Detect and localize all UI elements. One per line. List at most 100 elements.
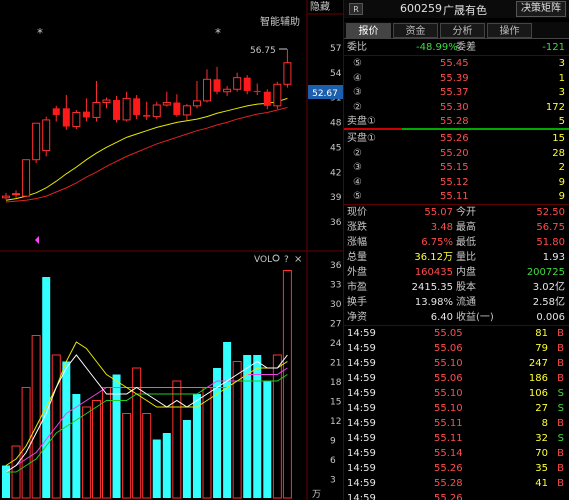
ask-volume: 172 bbox=[545, 101, 565, 113]
ask-level-num: ④ bbox=[353, 72, 362, 84]
tick-side: B bbox=[557, 418, 564, 429]
tick-row: 14:59 55.05 81 B bbox=[344, 326, 569, 341]
ask-row[interactable]: ④ 55.39 1 bbox=[344, 71, 569, 86]
volume-bar-down bbox=[253, 355, 262, 498]
tick-volume: 247 bbox=[528, 358, 548, 369]
stat-label: 市盈 bbox=[347, 282, 367, 293]
marker-star: * bbox=[215, 26, 221, 40]
tab-operate[interactable]: 操作 bbox=[487, 23, 532, 38]
volume-bar-down bbox=[223, 342, 232, 498]
help-icon: ? bbox=[284, 255, 289, 265]
ask-price: 55.39 bbox=[440, 72, 469, 84]
candle-up bbox=[72, 111, 81, 128]
tick-volume: 27 bbox=[535, 403, 548, 414]
bid-row[interactable]: ② 55.20 28 bbox=[344, 146, 569, 161]
stat-value: 0.006 bbox=[536, 312, 565, 323]
stat-label: 涨跌 bbox=[347, 222, 367, 233]
bid-row[interactable]: ④ 55.12 9 bbox=[344, 175, 569, 190]
ask-price: 55.30 bbox=[440, 101, 469, 113]
candle-down bbox=[213, 79, 221, 92]
volume-bar-up bbox=[91, 400, 101, 499]
tick-volume: 35 bbox=[535, 463, 548, 474]
kline-chart-area[interactable]: 隐藏智能辅助**575451484542393652.6756.75VOL?×3… bbox=[0, 0, 343, 500]
ask-row[interactable]: ③ 55.37 3 bbox=[344, 85, 569, 100]
tick-row: 14:59 55.10 106 S bbox=[344, 386, 569, 401]
triangle-marker bbox=[35, 236, 39, 244]
tick-time: 14:59 bbox=[347, 403, 376, 414]
gear-icon bbox=[272, 254, 280, 262]
ask-row[interactable]: ⑤ 55.45 3 bbox=[344, 56, 569, 71]
tick-time: 14:59 bbox=[347, 463, 376, 474]
stat-label: 量比 bbox=[456, 252, 476, 263]
ask-volume: 3 bbox=[558, 87, 565, 98]
tick-row: 14:59 55.11 32 S bbox=[344, 431, 569, 446]
bid-price: 55.20 bbox=[440, 147, 469, 159]
volume-bar-up bbox=[272, 354, 282, 499]
ask-level-num: ② bbox=[353, 101, 362, 113]
bid-row[interactable]: ③ 55.15 2 bbox=[344, 160, 569, 175]
volume-bar-down bbox=[72, 394, 81, 498]
stat-label: 内盘 bbox=[456, 267, 476, 278]
tick-side: S bbox=[557, 388, 564, 399]
stat-row: 市盈 2415.35 股本 3.02亿 bbox=[344, 280, 569, 295]
volume-bar-down bbox=[152, 439, 161, 498]
volume-axis-tick: 3 bbox=[330, 476, 336, 486]
ask-row[interactable]: ② 55.30 172 bbox=[344, 100, 569, 115]
tab-funds[interactable]: 资金 bbox=[393, 23, 438, 38]
price-axis-tick: 36 bbox=[330, 218, 342, 228]
stat-value: 6.40 bbox=[430, 312, 453, 323]
high-price-marker: 56.75 bbox=[250, 46, 276, 56]
r-badge[interactable]: R bbox=[349, 3, 363, 15]
tick-time: 14:59 bbox=[347, 328, 376, 339]
volume-bar-down bbox=[112, 374, 121, 498]
tick-side: S bbox=[557, 433, 564, 444]
stat-label: 外盘 bbox=[347, 267, 367, 278]
candle-up bbox=[233, 77, 242, 90]
quote-tabs: 报价 资金 分析 操作 bbox=[344, 22, 569, 39]
weicha-value: -121 bbox=[542, 42, 565, 53]
tick-price: 55.10 bbox=[434, 358, 463, 369]
volume-bar-up bbox=[21, 387, 31, 499]
bid-volume: 15 bbox=[552, 133, 565, 144]
stat-label: 今开 bbox=[456, 207, 476, 218]
quote-panel: R 600259 广晟有色 决策矩阵 报价 资金 分析 操作 委比 -48.99… bbox=[343, 0, 569, 500]
ask-price: 55.28 bbox=[440, 116, 469, 127]
candle-up bbox=[12, 193, 21, 196]
tick-time: 14:59 bbox=[347, 493, 376, 500]
volume-bar-down bbox=[263, 381, 272, 498]
volume-bar-down bbox=[192, 394, 201, 498]
tick-row: 14:59 55.26 bbox=[344, 491, 569, 500]
bid-row[interactable]: 买盘① 55.26 15 bbox=[344, 131, 569, 146]
volume-axis-tick: 21 bbox=[330, 359, 341, 369]
volume-bar-up bbox=[202, 387, 212, 499]
tab-analysis[interactable]: 分析 bbox=[440, 23, 485, 38]
stat-row: 现价 55.07 今开 52.50 bbox=[344, 205, 569, 220]
stat-value: 55.07 bbox=[424, 207, 453, 218]
stat-row: 净资 6.40 收益(一) 0.006 bbox=[344, 310, 569, 325]
ask-volume: 1 bbox=[558, 72, 565, 84]
candle-down bbox=[133, 98, 141, 115]
volume-bar-down bbox=[62, 361, 71, 498]
candle-down bbox=[173, 102, 181, 115]
tab-quote[interactable]: 报价 bbox=[346, 23, 391, 38]
stock-code: 600259 bbox=[400, 2, 442, 15]
stat-label: 流通 bbox=[456, 297, 476, 308]
stat-value: 3.02亿 bbox=[532, 282, 565, 293]
stat-value: 36.12万 bbox=[414, 252, 453, 263]
decision-matrix-button[interactable]: 决策矩阵 bbox=[516, 1, 566, 17]
tick-side: B bbox=[557, 448, 564, 459]
ask-row[interactable]: 卖盘① 55.28 5 bbox=[344, 114, 569, 129]
ask-level-label: 卖盘① bbox=[347, 116, 376, 127]
volume-bar-down bbox=[182, 420, 191, 498]
tick-price: 55.11 bbox=[434, 433, 463, 444]
candle-up bbox=[22, 159, 31, 197]
volume-axis-tick: 30 bbox=[330, 300, 342, 310]
kline-chart[interactable]: 隐藏智能辅助**575451484542393652.6756.75VOL?×3… bbox=[0, 0, 343, 500]
bid-row[interactable]: ⑤ 55.11 9 bbox=[344, 189, 569, 204]
ask-bid-divider-green bbox=[402, 128, 569, 130]
volume-axis-tick: 24 bbox=[330, 339, 342, 349]
order-ratio-row: 委比 -48.99% 委差 -121 bbox=[344, 40, 569, 55]
stat-row: 涨幅 6.75% 最低 51.80 bbox=[344, 235, 569, 250]
volume-axis-tick: 27 bbox=[330, 320, 341, 330]
tick-price: 55.10 bbox=[434, 403, 463, 414]
